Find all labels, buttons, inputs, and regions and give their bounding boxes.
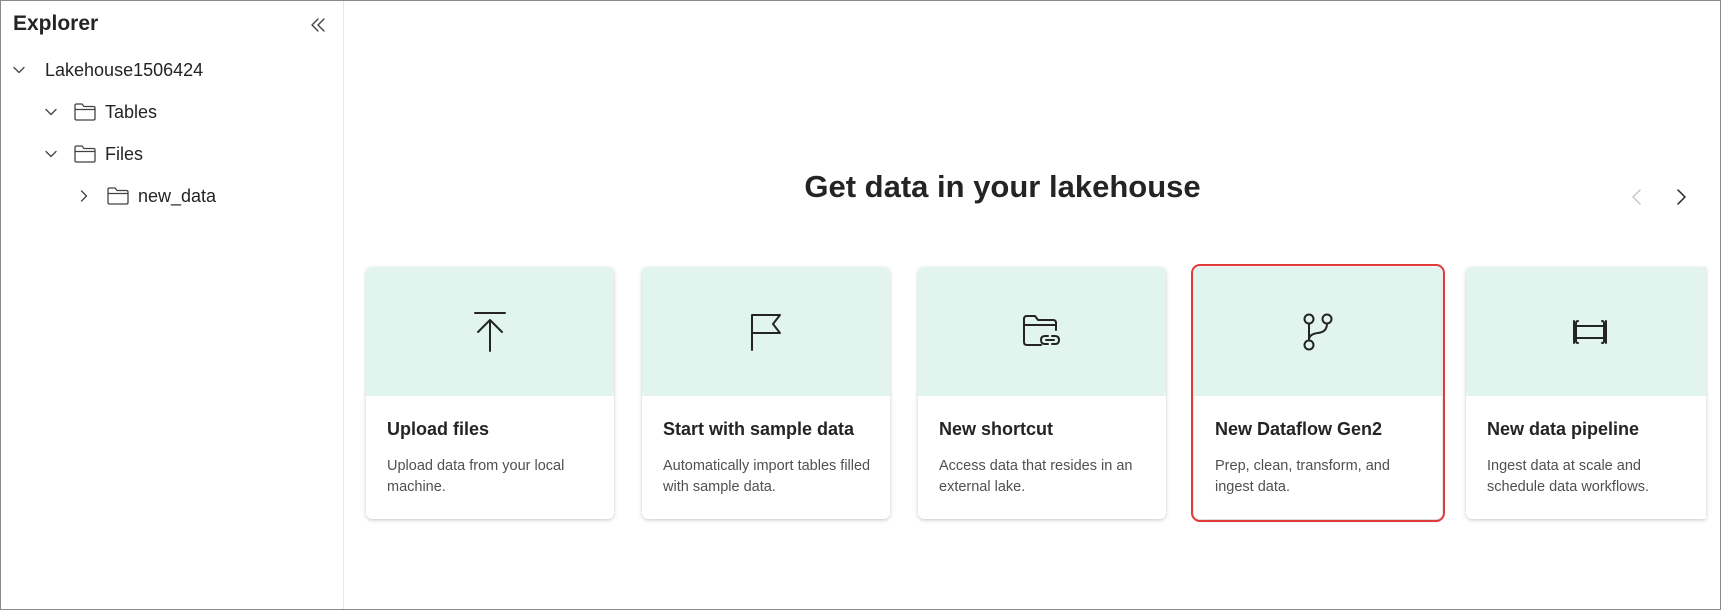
card-title: New Dataflow Gen2 bbox=[1215, 419, 1383, 439]
tree-item-new-data[interactable]: new_data bbox=[76, 179, 216, 213]
upload-files-card[interactable]: Upload files Upload data from your local… bbox=[366, 267, 614, 519]
explorer-header: Explorer bbox=[13, 9, 333, 39]
tree-item-tables[interactable]: Tables bbox=[43, 95, 157, 129]
upload-icon bbox=[474, 311, 506, 352]
chevron-down-icon[interactable] bbox=[43, 146, 59, 162]
carousel-next-button[interactable] bbox=[1667, 181, 1695, 213]
card-description: Automatically import tables filled with … bbox=[663, 458, 871, 495]
card-description: Prep, clean, transform, and ingest data. bbox=[1215, 458, 1390, 495]
branch-icon bbox=[1303, 313, 1333, 350]
card-header bbox=[1194, 267, 1442, 396]
tree-item-files[interactable]: Files bbox=[43, 137, 143, 171]
folder-icon bbox=[73, 144, 97, 164]
collapse-sidebar-button[interactable] bbox=[305, 12, 331, 38]
sample-data-card[interactable]: Start with sample data Automatically imp… bbox=[642, 267, 890, 519]
card-header bbox=[642, 267, 890, 396]
new-shortcut-card[interactable]: New shortcut Access data that resides in… bbox=[918, 267, 1166, 519]
card-title: Start with sample data bbox=[663, 419, 855, 439]
card-description: Ingest data at scale and schedule data w… bbox=[1487, 458, 1649, 495]
flag-icon bbox=[751, 313, 781, 351]
carousel-previous-button[interactable] bbox=[1623, 181, 1651, 213]
new-dataflow-gen2-card[interactable]: New Dataflow Gen2 Prep, clean, transform… bbox=[1191, 264, 1445, 522]
folder-link-icon bbox=[1023, 314, 1061, 346]
card-description: Access data that resides in an external … bbox=[939, 458, 1133, 495]
page-heading-text: Get data in your lakehouse bbox=[804, 169, 1201, 204]
chevron-down-icon[interactable] bbox=[43, 104, 59, 120]
tree-item-lakehouse[interactable]: Lakehouse1506424 bbox=[11, 53, 203, 87]
tree-item-label: Tables bbox=[105, 101, 158, 122]
chevron-right-icon bbox=[1677, 189, 1686, 205]
tree-item-label: new_data bbox=[138, 185, 217, 206]
tree-item-label: Files bbox=[105, 143, 144, 164]
main-content: Get data in your lakehouse Upload files … bbox=[345, 1, 1720, 609]
card-title: Upload files bbox=[387, 419, 490, 439]
page-heading: Get data in your lakehouse bbox=[345, 169, 1720, 205]
card-header bbox=[366, 267, 614, 396]
card-description: Upload data from your local machine. bbox=[387, 458, 565, 495]
explorer-title: Explorer bbox=[13, 12, 99, 35]
new-data-pipeline-card[interactable]: New data pipeline Ingest data at scale a… bbox=[1466, 267, 1706, 519]
card-title: New data pipeline bbox=[1487, 419, 1640, 439]
tree-item-label: Lakehouse1506424 bbox=[45, 59, 204, 80]
explorer-sidebar: Explorer Lakehouse1506424 Tables Files n… bbox=[1, 1, 344, 609]
card-title: New shortcut bbox=[939, 419, 1054, 439]
chevron-right-icon[interactable] bbox=[76, 188, 92, 204]
folder-icon bbox=[106, 186, 130, 206]
card-header bbox=[1466, 267, 1706, 396]
chevron-left-icon bbox=[1632, 189, 1641, 205]
pipeline-icon bbox=[1573, 319, 1607, 344]
double-chevron-left-icon bbox=[311, 18, 325, 32]
card-header bbox=[918, 267, 1166, 396]
folder-icon bbox=[73, 102, 97, 122]
chevron-down-icon[interactable] bbox=[11, 62, 27, 78]
